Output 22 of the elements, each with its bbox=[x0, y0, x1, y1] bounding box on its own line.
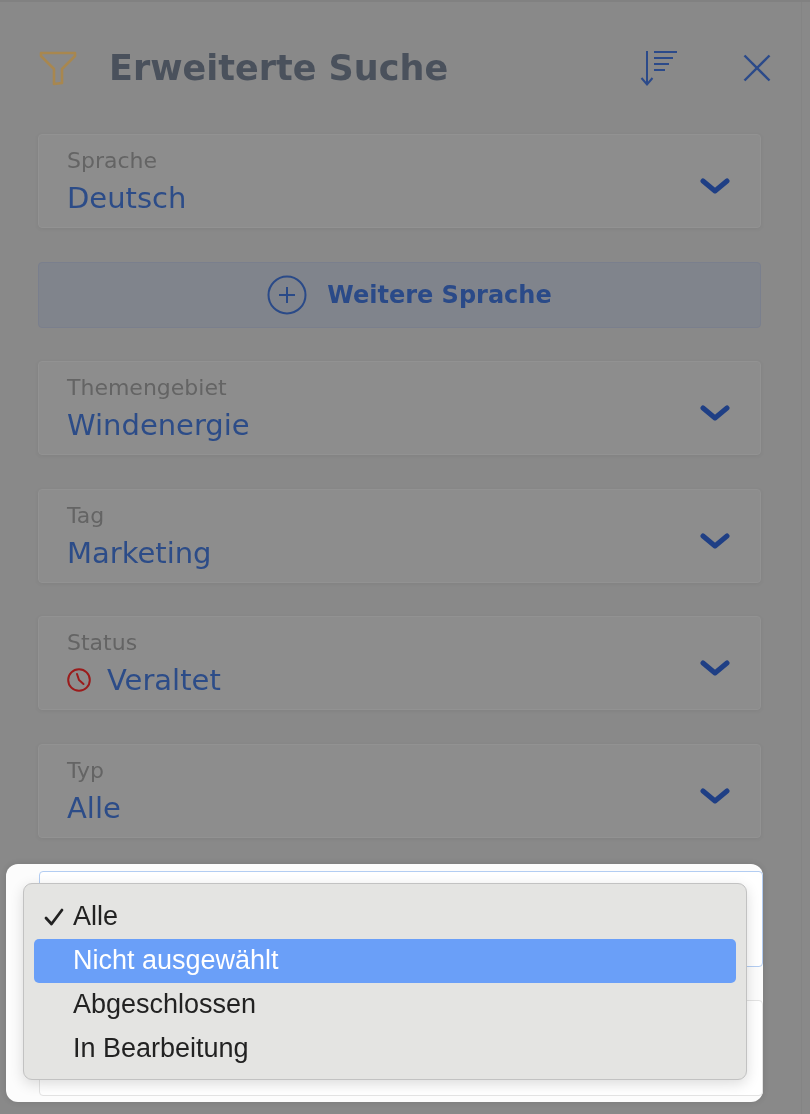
field-value: Alle bbox=[67, 789, 121, 827]
check-icon bbox=[44, 907, 64, 926]
chevron-down-icon bbox=[700, 178, 730, 194]
field-value: Deutsch bbox=[67, 180, 187, 217]
field-value: Veraltet bbox=[107, 662, 221, 699]
clock-icon bbox=[67, 668, 91, 692]
menu-option[interactable]: In Bearbeitung bbox=[34, 1026, 736, 1071]
field-value: Marketing bbox=[67, 534, 212, 572]
menu-option[interactable]: Abgeschlossen bbox=[34, 982, 736, 1027]
menu-option[interactable]: Nicht ausgewählt bbox=[34, 938, 736, 983]
sort-icon[interactable] bbox=[640, 49, 678, 87]
close-icon[interactable] bbox=[743, 54, 771, 82]
chevron-down-icon bbox=[700, 532, 730, 549]
plus-circle-icon bbox=[267, 274, 308, 315]
field-value: Windenergie bbox=[67, 407, 250, 444]
add-language-button[interactable]: Weitere Sprache bbox=[38, 261, 761, 328]
panel-title: Erweiterte Suche bbox=[109, 48, 449, 88]
chevron-down-icon bbox=[700, 405, 730, 421]
filter-icon bbox=[38, 50, 78, 86]
chevron-down-icon bbox=[700, 787, 730, 804]
menu-option[interactable]: Alle bbox=[34, 894, 736, 939]
chevron-down-icon bbox=[700, 660, 730, 676]
